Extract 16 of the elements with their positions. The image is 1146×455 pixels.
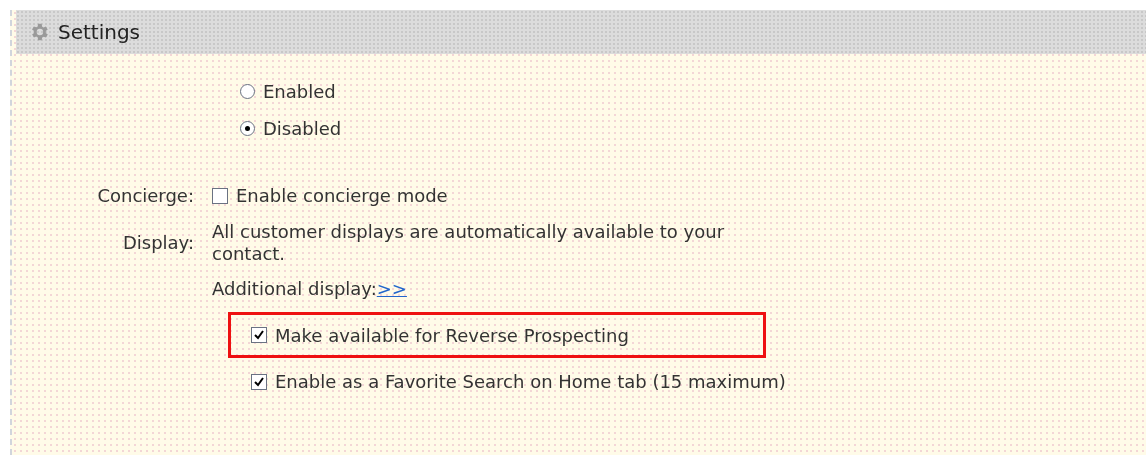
radio-label: Disabled <box>263 117 342 141</box>
additional-display-link[interactable]: >> <box>376 278 407 299</box>
checkbox[interactable] <box>212 187 228 204</box>
additional-display-label: Additional display: <box>212 278 377 299</box>
checkbox-label: Make available for Reverse Prospecting <box>275 323 629 348</box>
radio-button[interactable] <box>240 121 255 136</box>
radio-button[interactable] <box>240 84 255 99</box>
field-label: Display: <box>121 231 195 255</box>
description-text: All customer displays are automatically available to your contact. <box>212 221 726 265</box>
field-label: Concierge: <box>96 184 195 208</box>
panel-title: Settings <box>58 19 141 46</box>
checkbox-label: Enable concierge mode <box>236 184 448 208</box>
radio-label: Enabled <box>263 80 336 104</box>
checkbox[interactable] <box>251 373 267 390</box>
checkbox[interactable] <box>251 327 267 343</box>
checkbox-label: Enable as a Favorite Search on Home tab (15 maximum) <box>275 370 786 394</box>
